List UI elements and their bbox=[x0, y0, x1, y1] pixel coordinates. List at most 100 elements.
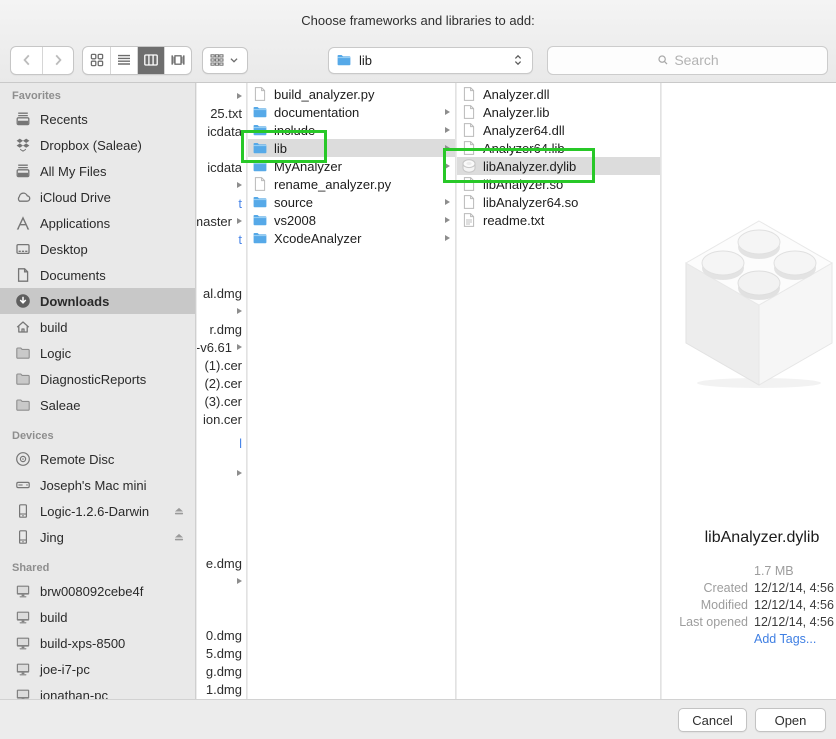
file-row-analyzer-lib[interactable]: Analyzer.lib bbox=[457, 103, 660, 121]
folder-dropdown[interactable]: lib bbox=[328, 47, 533, 74]
truncated-list-item[interactable]: master bbox=[197, 212, 246, 230]
truncated-list-item[interactable]: (1).cer bbox=[197, 356, 246, 374]
sidebar-item-remote-disc[interactable]: Remote Disc bbox=[0, 446, 195, 472]
preview-lastopened-label: Last opened bbox=[662, 614, 748, 631]
file-label: build_analyzer.py bbox=[274, 87, 374, 102]
file-row-libanalyzer-so[interactable]: libAnalyzer.so bbox=[457, 175, 660, 193]
preview-created-value: 12/12/14, 4:56 bbox=[754, 580, 836, 597]
sidebar-item-all-my-files[interactable]: All My Files bbox=[0, 158, 195, 184]
arrange-menu-button[interactable] bbox=[202, 47, 248, 74]
truncated-list-item[interactable]: 5.dmg bbox=[197, 644, 246, 662]
desktop-icon bbox=[14, 241, 32, 257]
sidebar-item-joseph-s-mac-mini[interactable]: Joseph's Mac mini bbox=[0, 472, 195, 498]
cancel-button[interactable]: Cancel bbox=[678, 708, 747, 732]
back-button[interactable] bbox=[11, 47, 42, 74]
disclosure-arrow-icon bbox=[237, 308, 242, 314]
file-row-documentation[interactable]: documentation bbox=[248, 103, 455, 121]
drive-icon bbox=[14, 503, 32, 519]
eject-icon[interactable] bbox=[172, 504, 186, 518]
truncated-list-item[interactable] bbox=[197, 572, 246, 590]
sidebar-item-jing[interactable]: Jing bbox=[0, 524, 195, 550]
chevron-down-icon bbox=[227, 53, 241, 67]
dialog-chrome: Choose frameworks and libraries to add: bbox=[0, 0, 836, 83]
file-row-analyzer64-lib[interactable]: Analyzer64.lib bbox=[457, 139, 660, 157]
truncated-list-item[interactable]: al.dmg bbox=[197, 284, 246, 302]
sidebar-item-logic-1-2-6-darwin[interactable]: Logic-1.2.6-Darwin bbox=[0, 498, 195, 524]
sidebar-item-label: Saleae bbox=[40, 398, 80, 413]
file-row-include[interactable]: include bbox=[248, 121, 455, 139]
file-row-build-analyzer-py[interactable]: build_analyzer.py bbox=[248, 85, 455, 103]
file-row-libanalyzer-dylib[interactable]: libAnalyzer.dylib bbox=[457, 157, 660, 175]
truncated-list-item[interactable]: t bbox=[197, 194, 246, 212]
file-row-analyzer-dll[interactable]: Analyzer.dll bbox=[457, 85, 660, 103]
truncated-list-item[interactable]: t bbox=[197, 230, 246, 248]
sidebar-item-label: iCloud Drive bbox=[40, 190, 111, 205]
sidebar-item-recents[interactable]: Recents bbox=[0, 106, 195, 132]
file-row-xcodeanalyzer[interactable]: XcodeAnalyzer bbox=[248, 229, 455, 247]
truncated-list-item[interactable]: e.dmg bbox=[197, 554, 246, 572]
file-label: libAnalyzer64.so bbox=[483, 195, 578, 210]
truncated-list-item[interactable]: 25.txt bbox=[197, 104, 246, 122]
app-a-icon bbox=[14, 215, 32, 231]
truncated-list-item[interactable]: 1.dmg bbox=[197, 680, 246, 698]
column-view-button[interactable] bbox=[137, 47, 164, 74]
truncated-list-item[interactable]: -v6.61 bbox=[197, 338, 246, 356]
sidebar-item-desktop[interactable]: Desktop bbox=[0, 236, 195, 262]
truncated-list-item[interactable]: g.dmg bbox=[197, 662, 246, 680]
truncated-list-item[interactable]: icdata bbox=[197, 158, 246, 176]
truncated-list-item[interactable]: icdata bbox=[197, 122, 246, 140]
sidebar-item-build-xps-8500[interactable]: build-xps-8500 bbox=[0, 630, 195, 656]
file-label: include bbox=[274, 123, 315, 138]
eject-icon[interactable] bbox=[172, 530, 186, 544]
truncated-list-item[interactable] bbox=[197, 87, 246, 105]
sidebar-item-label: Desktop bbox=[40, 242, 88, 257]
truncated-list-item[interactable]: r.dmg bbox=[197, 320, 246, 338]
doc-icon bbox=[461, 140, 478, 156]
truncated-list-item[interactable]: l bbox=[197, 434, 246, 452]
preview-info: 1.7 MB Created 12/12/14, 4:56 Modified 1… bbox=[662, 563, 836, 648]
folder-blue-icon bbox=[252, 104, 269, 120]
list-view-button[interactable] bbox=[110, 47, 137, 74]
disclosure-arrow-icon bbox=[445, 109, 450, 115]
truncated-list-item[interactable]: 0.dmg bbox=[197, 626, 246, 644]
file-row-readme-txt[interactable]: readme.txt bbox=[457, 211, 660, 229]
coverflow-view-icon bbox=[170, 52, 186, 68]
dialog-title: Choose frameworks and libraries to add: bbox=[0, 13, 836, 28]
add-tags-link[interactable]: Add Tags... bbox=[754, 631, 836, 648]
truncated-list-item[interactable] bbox=[197, 464, 246, 482]
file-row-vs2008[interactable]: vs2008 bbox=[248, 211, 455, 229]
sidebar-item-jonathan-pc[interactable]: jonathan-pc bbox=[0, 682, 195, 700]
sidebar-item-build[interactable]: build bbox=[0, 314, 195, 340]
sidebar-item-logic[interactable]: Logic bbox=[0, 340, 195, 366]
sidebar-item-build[interactable]: build bbox=[0, 604, 195, 630]
file-row-analyzer64-dll[interactable]: Analyzer64.dll bbox=[457, 121, 660, 139]
search-input[interactable]: Search bbox=[547, 46, 828, 75]
sidebar-item-diagnosticreports[interactable]: DiagnosticReports bbox=[0, 366, 195, 392]
sidebar-item-dropbox-saleae[interactable]: Dropbox (Saleae) bbox=[0, 132, 195, 158]
sidebar-item-icloud-drive[interactable]: iCloud Drive bbox=[0, 184, 195, 210]
truncated-list-item[interactable]: (3).cer bbox=[197, 392, 246, 410]
file-row-libanalyzer64-so[interactable]: libAnalyzer64.so bbox=[457, 193, 660, 211]
sidebar-item-brw008092cebe4f[interactable]: brw008092cebe4f bbox=[0, 578, 195, 604]
file-label: Analyzer64.dll bbox=[483, 123, 565, 138]
disclosure-arrow-icon bbox=[445, 127, 450, 133]
sidebar-item-documents[interactable]: Documents bbox=[0, 262, 195, 288]
file-row-source[interactable]: source bbox=[248, 193, 455, 211]
coverflow-view-button[interactable] bbox=[164, 47, 191, 74]
truncated-list-item[interactable]: ion.cer bbox=[197, 410, 246, 428]
sidebar-item-downloads[interactable]: Downloads bbox=[0, 288, 195, 314]
file-row-lib[interactable]: lib bbox=[248, 139, 455, 157]
forward-button[interactable] bbox=[42, 47, 73, 74]
file-row-myanalyzer[interactable]: MyAnalyzer bbox=[248, 157, 455, 175]
truncated-list-item[interactable]: (2).cer bbox=[197, 374, 246, 392]
sidebar-item-label: All My Files bbox=[40, 164, 106, 179]
icon-view-button[interactable] bbox=[83, 47, 110, 74]
open-button[interactable]: Open bbox=[755, 708, 826, 732]
sidebar-item-applications[interactable]: Applications bbox=[0, 210, 195, 236]
sidebar-item-joe-i7-pc[interactable]: joe-i7-pc bbox=[0, 656, 195, 682]
truncated-list-item[interactable] bbox=[197, 176, 246, 194]
file-row-rename-analyzer-py[interactable]: rename_analyzer.py bbox=[248, 175, 455, 193]
sidebar-item-saleae[interactable]: Saleae bbox=[0, 392, 195, 418]
truncated-list-item[interactable] bbox=[197, 302, 246, 320]
folder-icon bbox=[14, 397, 32, 413]
